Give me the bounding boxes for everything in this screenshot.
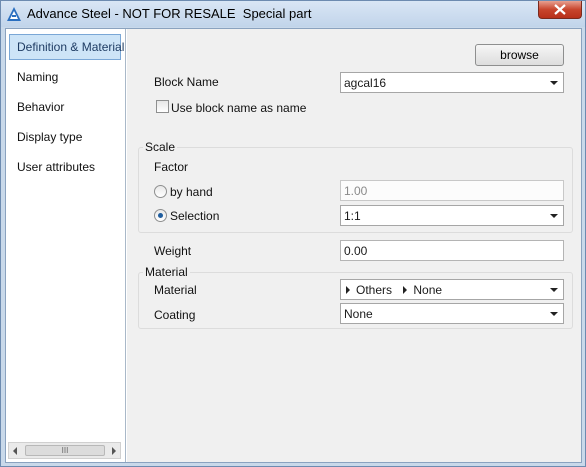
material-category: Others xyxy=(356,283,393,297)
by-hand-factor-input[interactable]: 1.00 xyxy=(340,180,564,201)
by-hand-label: by hand xyxy=(170,185,213,199)
weight-input[interactable]: 0.00 xyxy=(340,240,564,261)
block-name-dropdown[interactable]: agcal16 xyxy=(340,72,564,93)
selection-label: Selection xyxy=(170,209,220,223)
scroll-left-arrow-icon[interactable] xyxy=(13,447,17,455)
weight-label: Weight xyxy=(154,244,192,258)
sidebar-item-behavior[interactable]: Behavior xyxy=(9,94,121,120)
radio-selected-dot xyxy=(158,213,163,218)
scale-selection-value: 1:1 xyxy=(344,209,361,223)
close-icon xyxy=(554,4,566,15)
sidebar-item-naming[interactable]: Naming xyxy=(9,64,121,90)
factor-label: Factor xyxy=(154,160,189,174)
block-name-label: Block Name xyxy=(154,75,219,89)
coating-value: None xyxy=(344,307,373,321)
dialog-client-area: Definition & Material Naming Behavior Di… xyxy=(5,28,582,463)
scrollbar-thumb[interactable]: III xyxy=(25,445,105,456)
material-group-title: Material xyxy=(143,265,190,279)
close-button[interactable] xyxy=(538,1,582,19)
breadcrumb-arrow-icon xyxy=(403,286,408,294)
scale-selection-dropdown[interactable]: 1:1 xyxy=(340,205,564,226)
use-block-name-checkbox[interactable] xyxy=(156,100,169,113)
window-title: Advance Steel - NOT FOR RESALE Special p… xyxy=(27,6,312,21)
sidebar-item-user-attributes[interactable]: User attributes xyxy=(9,154,121,180)
coating-label: Coating xyxy=(154,308,196,322)
sidebar: Definition & Material Naming Behavior Di… xyxy=(6,29,126,462)
dialog-window: Advance Steel - NOT FOR RESALE Special p… xyxy=(0,0,586,467)
material-label: Material xyxy=(154,283,197,297)
selection-radio[interactable] xyxy=(154,209,167,222)
definition-material-panel: browse Block Name agcal16 Use block name… xyxy=(127,29,581,462)
material-dropdown[interactable]: Others None xyxy=(340,279,564,300)
advance-steel-app-icon xyxy=(7,7,21,21)
browse-button[interactable]: browse xyxy=(475,44,564,66)
chevron-down-icon xyxy=(550,312,558,316)
chevron-down-icon xyxy=(550,288,558,292)
scale-group-title: Scale xyxy=(143,140,178,154)
breadcrumb-arrow-icon xyxy=(346,286,350,294)
chevron-down-icon xyxy=(550,214,558,218)
sidebar-horizontal-scrollbar[interactable]: III xyxy=(8,442,121,459)
scroll-right-arrow-icon[interactable] xyxy=(112,447,116,455)
material-value: None xyxy=(413,283,443,297)
use-block-name-label: Use block name as name xyxy=(171,101,307,115)
coating-dropdown[interactable]: None xyxy=(340,303,564,324)
title-bar[interactable]: Advance Steel - NOT FOR RESALE Special p… xyxy=(1,1,585,27)
block-name-value: agcal16 xyxy=(344,76,387,90)
sidebar-item-display-type[interactable]: Display type xyxy=(9,124,121,150)
chevron-down-icon xyxy=(550,81,558,85)
by-hand-radio[interactable] xyxy=(154,185,167,198)
sidebar-item-definition-material[interactable]: Definition & Material xyxy=(9,34,124,60)
